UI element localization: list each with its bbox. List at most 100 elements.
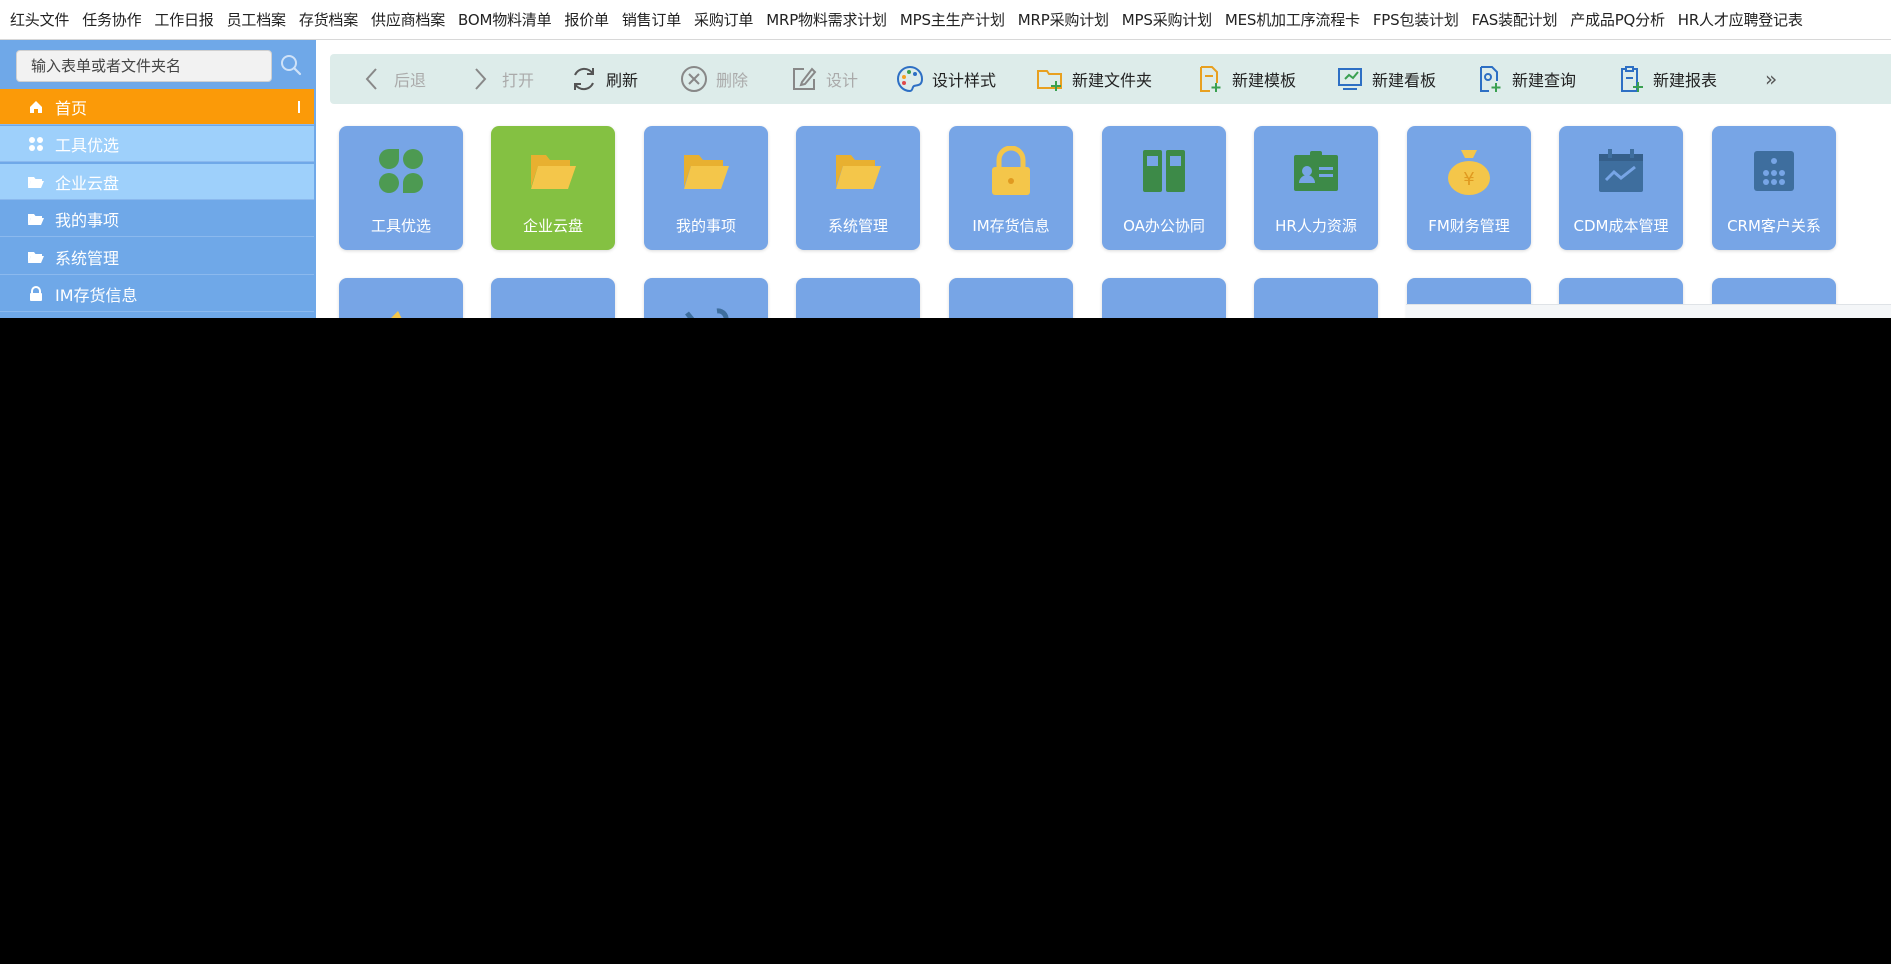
top-menu-item[interactable]: MPS主生产计划 [900,9,1005,30]
tile-inventory[interactable]: IM存货信息 [949,126,1073,250]
sidebar-item-system[interactable]: 系统管理 [0,239,314,275]
sidebar-item-label: 工具优选 [55,135,120,155]
new-template-button[interactable]: 新建模板 [1196,54,1296,104]
sidebar-item-label: 系统管理 [55,248,120,268]
top-menu-item[interactable]: 任务协作 [82,9,141,30]
sidebar-item-label: IM存货信息 [55,285,138,305]
tile-crm[interactable]: CRM客户关系 [1712,126,1836,250]
double-chevron-right-icon: » [1765,67,1778,91]
top-menu-item[interactable]: MPS采购计划 [1122,9,1212,30]
folder-icon [376,298,426,318]
top-menu-item[interactable]: MRP物料需求计划 [766,9,887,30]
sidebar-item-tools[interactable]: 工具优选 [0,126,314,162]
tile-label: 系统管理 [827,217,888,235]
edit-icon [790,65,818,93]
calendar-icon [986,298,1036,318]
refresh-icon [570,65,598,93]
tile-row2[interactable] [1102,278,1226,318]
tile-cloud-disk[interactable]: 企业云盘 [491,126,615,250]
tile-label: 工具优选 [370,217,431,235]
new-template-label: 新建模板 [1232,71,1297,90]
top-menu-item[interactable]: 工作日报 [154,9,213,30]
delete-label: 删除 [716,71,749,90]
new-folder-label: 新建文件夹 [1072,71,1153,90]
tile-label: OA办公协同 [1123,217,1205,235]
back-button[interactable]: 后退 [358,54,426,104]
chevron-left-icon [358,65,386,93]
delete-button[interactable]: 删除 [680,54,748,104]
grid-icon [27,135,45,153]
tile-label: FM财务管理 [1428,217,1510,235]
calendar-icon [833,298,883,318]
tile-finance[interactable]: ¥ FM财务管理 [1407,126,1531,250]
folder-open-icon [528,146,578,196]
sidebar-item-my-tasks[interactable]: 我的事项 [0,201,314,237]
tile-hr[interactable]: HR人力资源 [1254,126,1378,250]
back-label: 后退 [394,71,427,90]
top-menu-item[interactable]: 产成品PQ分析 [1570,9,1665,30]
top-menu-item[interactable]: BOM物料清单 [458,9,552,30]
top-menu-item[interactable]: HR人才应聘登记表 [1678,9,1803,30]
tile-row2[interactable] [491,278,615,318]
tile-tools[interactable]: 工具优选 [339,126,463,250]
sidebar-item-cloud-disk[interactable]: 企业云盘 [0,164,314,200]
new-report-button[interactable]: 新建报表 [1617,54,1717,104]
tile-row2[interactable] [644,278,768,318]
tile-row2[interactable] [1254,278,1378,318]
top-menu-item[interactable]: 采购订单 [694,9,753,30]
new-query-button[interactable]: 新建查询 [1476,54,1576,104]
lock-icon [27,285,45,303]
folder-open-icon [681,146,731,196]
tile-oa[interactable]: OA办公协同 [1102,126,1226,250]
open-button[interactable]: 打开 [466,54,534,104]
sidebar: 输入表单或者文件夹名 首页 工具优选 企业云盘 我的事项 系统管理 IM存货信息 [0,40,316,318]
top-menu-item[interactable]: 红头文件 [10,9,69,30]
tile-my-tasks[interactable]: 我的事项 [644,126,768,250]
sidebar-item-inventory[interactable]: IM存货信息 [0,276,314,312]
calendar-icon [1291,298,1341,318]
top-menu-item[interactable]: MRP采购计划 [1018,9,1109,30]
active-indicator [298,101,300,113]
chevron-right-icon [466,65,494,93]
more-button[interactable]: » [1765,54,1777,104]
document-add-icon [1196,65,1224,93]
top-menu-item[interactable]: MES机加工序流程卡 [1225,9,1360,30]
new-board-button[interactable]: 新建看板 [1336,54,1436,104]
tile-label: 企业云盘 [522,217,583,235]
lock-icon [986,146,1036,196]
toolbar: 后退 打开 刷新 删除 设计 设计样式 新建文件夹 新建模板 新建看板 新建查询… [330,54,1891,104]
home-icon [27,98,45,116]
sidebar-search-input[interactable]: 输入表单或者文件夹名 [16,50,272,82]
tile-label: IM存货信息 [972,217,1050,235]
svg-text:¥: ¥ [1463,169,1474,190]
monitor-icon [528,298,578,318]
tile-row2[interactable] [796,278,920,318]
dice-icon [1749,146,1799,196]
design-style-button[interactable]: 设计样式 [896,54,996,104]
top-menu-item[interactable]: FPS包装计划 [1373,9,1459,30]
top-menu-item[interactable]: 存货档案 [299,9,358,30]
search-icon[interactable] [278,52,304,78]
tile-row2[interactable] [949,278,1073,318]
top-menu-item[interactable]: 员工档案 [227,9,286,30]
design-button[interactable]: 设计 [790,54,858,104]
tile-row2[interactable] [339,278,463,318]
new-folder-button[interactable]: 新建文件夹 [1036,54,1152,104]
refresh-button[interactable]: 刷新 [570,54,638,104]
new-report-label: 新建报表 [1653,71,1718,90]
calendar-chart-icon [1596,146,1646,196]
top-menu-item[interactable]: 报价单 [564,9,609,30]
tile-cost[interactable]: CDM成本管理 [1559,126,1683,250]
sidebar-item-label: 我的事项 [55,210,120,230]
tile-system[interactable]: 系统管理 [796,126,920,250]
shopping-cart-icon [1139,298,1189,318]
main-content: 后退 打开 刷新 删除 设计 设计样式 新建文件夹 新建模板 新建看板 新建查询… [316,40,1891,318]
board-icon [1336,65,1364,93]
top-menu-item[interactable]: 销售订单 [622,9,681,30]
top-menu-item[interactable]: 供应商档案 [371,9,445,30]
sidebar-item-home[interactable]: 首页 [0,89,314,125]
tile-label: CRM客户关系 [1727,217,1821,235]
popup-panel [1406,304,1891,318]
sidebar-item-label: 首页 [55,98,88,118]
top-menu-item[interactable]: FAS装配计划 [1472,9,1558,30]
